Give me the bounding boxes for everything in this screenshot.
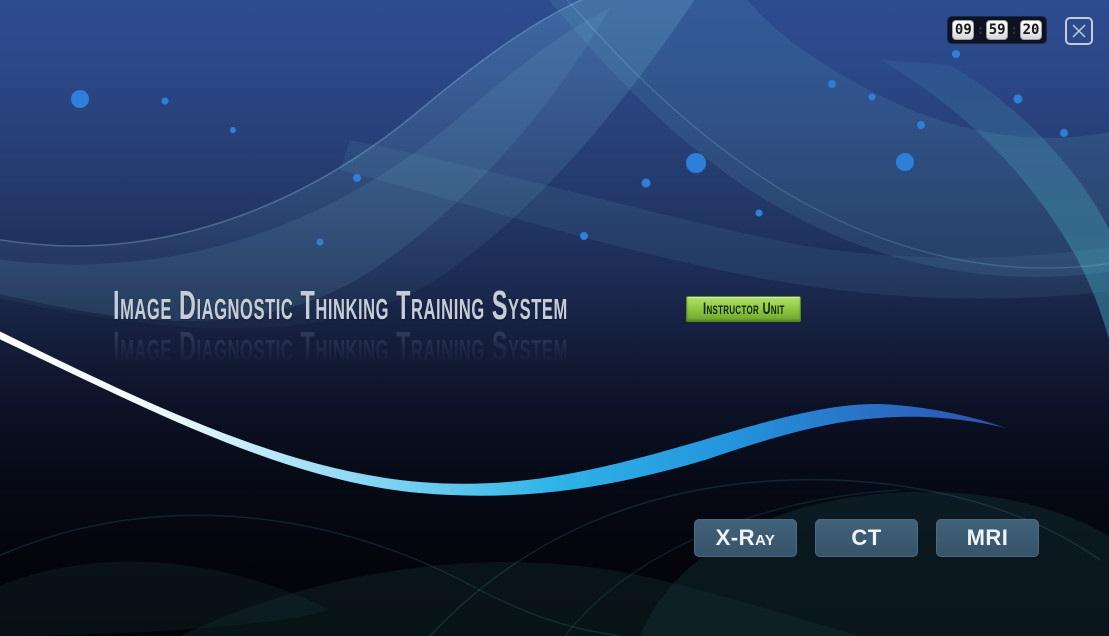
instructor-unit-badge-text: Instructor Unit [703, 299, 785, 319]
xray-button-label: X-Ray [716, 525, 776, 550]
clock-minutes: 59 [986, 20, 1008, 40]
clock: 09 : 59 : 20 [948, 17, 1046, 43]
app-title-reflection-text: Image Diagnostic Thinking Training Syste… [113, 326, 568, 367]
app-title-reflection: Image Diagnostic Thinking Training Syste… [113, 326, 911, 367]
clock-seconds: 20 [1020, 20, 1042, 40]
modality-buttons: X-Ray CT MRI [694, 519, 1039, 557]
clock-separator: : [1009, 24, 1019, 37]
mri-button[interactable]: MRI [936, 519, 1039, 557]
ct-button[interactable]: CT [815, 519, 918, 557]
xray-button[interactable]: X-Ray [694, 519, 797, 557]
close-button[interactable] [1065, 17, 1093, 45]
ct-button-label: CT [851, 525, 881, 550]
instructor-unit-badge: Instructor Unit [686, 296, 801, 322]
teal-waves-lower [0, 480, 1109, 636]
clock-separator: : [975, 24, 985, 37]
splash-screen: 09 : 59 : 20 Image Diagnostic Thinking T… [0, 0, 1109, 636]
app-title-text: Image Diagnostic Thinking Training Syste… [113, 285, 568, 326]
mri-button-label: MRI [967, 525, 1009, 550]
clock-hours: 09 [952, 20, 974, 40]
close-icon [1070, 22, 1088, 40]
